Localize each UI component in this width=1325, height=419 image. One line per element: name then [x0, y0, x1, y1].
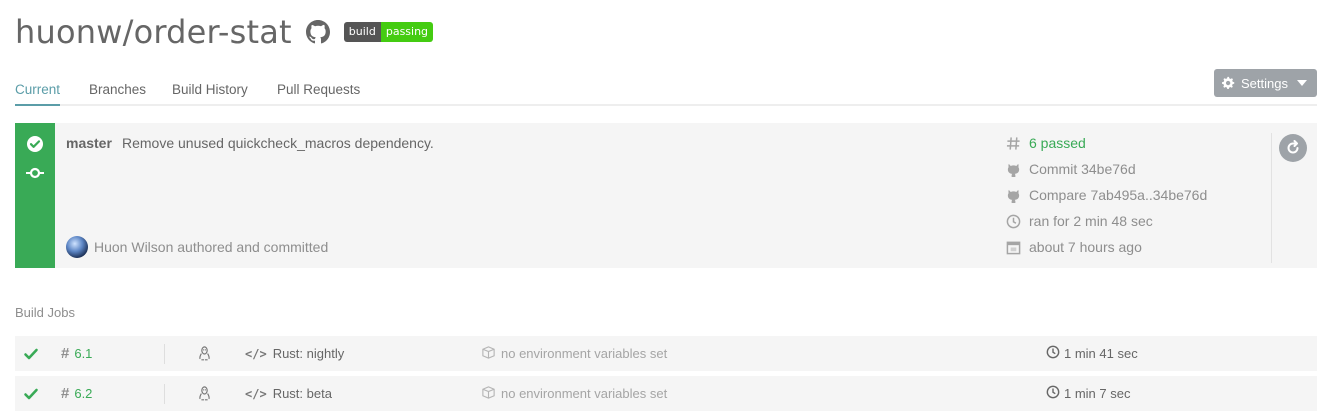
job-env-text: no environment variables set — [501, 346, 668, 361]
job-language-text: Rust: beta — [272, 386, 332, 401]
job-row[interactable]: # 6.1 </> Rust: nightly no environment v… — [15, 336, 1317, 371]
box-icon — [481, 345, 496, 363]
commit-link: Commit 34be76d — [1029, 161, 1136, 177]
job-divider — [164, 384, 165, 404]
passed-check-icon — [23, 336, 39, 371]
hash-icon — [1005, 135, 1021, 151]
build-passed-text: 6 passed — [1029, 135, 1086, 151]
avatar — [66, 236, 88, 258]
restart-build-button[interactable] — [1279, 134, 1307, 162]
repo-header: huonw/order-stat build passing — [15, 10, 434, 54]
clock-icon — [1005, 213, 1021, 229]
badge-label: build — [343, 22, 381, 42]
calendar-icon — [1005, 239, 1021, 255]
linux-icon — [197, 376, 212, 411]
settings-button[interactable]: Settings — [1214, 69, 1317, 97]
tab-bar: Current Branches Build History Pull Requ… — [15, 78, 1317, 106]
hash-icon: # — [61, 345, 70, 362]
gear-icon — [1222, 76, 1236, 90]
job-number-text: 6.2 — [74, 386, 93, 401]
settings-label: Settings — [1241, 75, 1288, 91]
clock-icon — [1046, 345, 1060, 362]
repo-title[interactable]: huonw/order-stat — [15, 13, 292, 51]
finished-row: about 7 hours ago — [1005, 239, 1142, 255]
clock-icon — [1046, 385, 1060, 402]
job-duration-text: 1 min 41 sec — [1064, 346, 1138, 361]
passed-check-icon — [26, 135, 44, 153]
tab-build-history[interactable]: Build History — [172, 82, 248, 104]
job-number-text: 6.1 — [74, 346, 93, 361]
duration-text: ran for 2 min 48 sec — [1029, 213, 1153, 229]
compare-row[interactable]: Compare 7ab495a..34be76d — [1005, 187, 1207, 203]
branch-name[interactable]: master — [66, 135, 112, 151]
tab-branches[interactable]: Branches — [89, 82, 146, 104]
github-octocat-icon — [1005, 187, 1021, 203]
tab-pull-requests[interactable]: Pull Requests — [277, 82, 360, 104]
job-number[interactable]: # 6.2 — [61, 376, 92, 411]
author-info: Huon Wilson authored and committed — [66, 236, 328, 258]
job-language: </> Rust: nightly — [245, 336, 344, 371]
job-divider — [164, 344, 165, 364]
meta-divider — [1271, 133, 1272, 263]
commit-message: Remove unused quickcheck_macros dependen… — [122, 135, 434, 151]
finished-text: about 7 hours ago — [1029, 239, 1142, 255]
build-number-row[interactable]: 6 passed — [1005, 135, 1086, 151]
job-env-text: no environment variables set — [501, 386, 668, 401]
current-build-card: master Remove unused quickcheck_macros d… — [15, 123, 1317, 268]
code-icon: </> — [245, 346, 267, 361]
job-env: no environment variables set — [481, 336, 667, 371]
restart-icon — [1285, 140, 1301, 156]
github-octocat-icon — [1005, 161, 1021, 177]
build-jobs-title: Build Jobs — [15, 305, 75, 320]
linux-icon — [197, 336, 212, 371]
caret-down-icon — [1296, 80, 1307, 86]
job-duration-text: 1 min 7 sec — [1064, 386, 1131, 401]
tab-current[interactable]: Current — [15, 82, 61, 106]
duration-row: ran for 2 min 48 sec — [1005, 213, 1153, 229]
compare-link: Compare 7ab495a..34be76d — [1029, 187, 1208, 203]
job-duration: 1 min 41 sec — [1046, 336, 1138, 371]
code-icon: </> — [245, 386, 267, 401]
hash-icon: # — [61, 385, 70, 402]
build-status-strip — [15, 123, 55, 268]
author-text: Huon Wilson authored and committed — [94, 239, 329, 255]
job-env: no environment variables set — [481, 376, 667, 411]
job-language-text: Rust: nightly — [272, 346, 345, 361]
job-row[interactable]: # 6.2 </> Rust: beta no environment vari… — [15, 376, 1317, 411]
job-language: </> Rust: beta — [245, 376, 332, 411]
job-duration: 1 min 7 sec — [1046, 376, 1130, 411]
badge-status: passing — [380, 22, 434, 42]
box-icon — [481, 385, 496, 403]
build-status-badge[interactable]: build passing — [343, 22, 434, 42]
github-icon[interactable] — [305, 20, 330, 44]
commit-icon — [26, 164, 44, 182]
commit-row[interactable]: Commit 34be76d — [1005, 161, 1136, 177]
job-number[interactable]: # 6.1 — [61, 336, 92, 371]
passed-check-icon — [23, 376, 39, 411]
